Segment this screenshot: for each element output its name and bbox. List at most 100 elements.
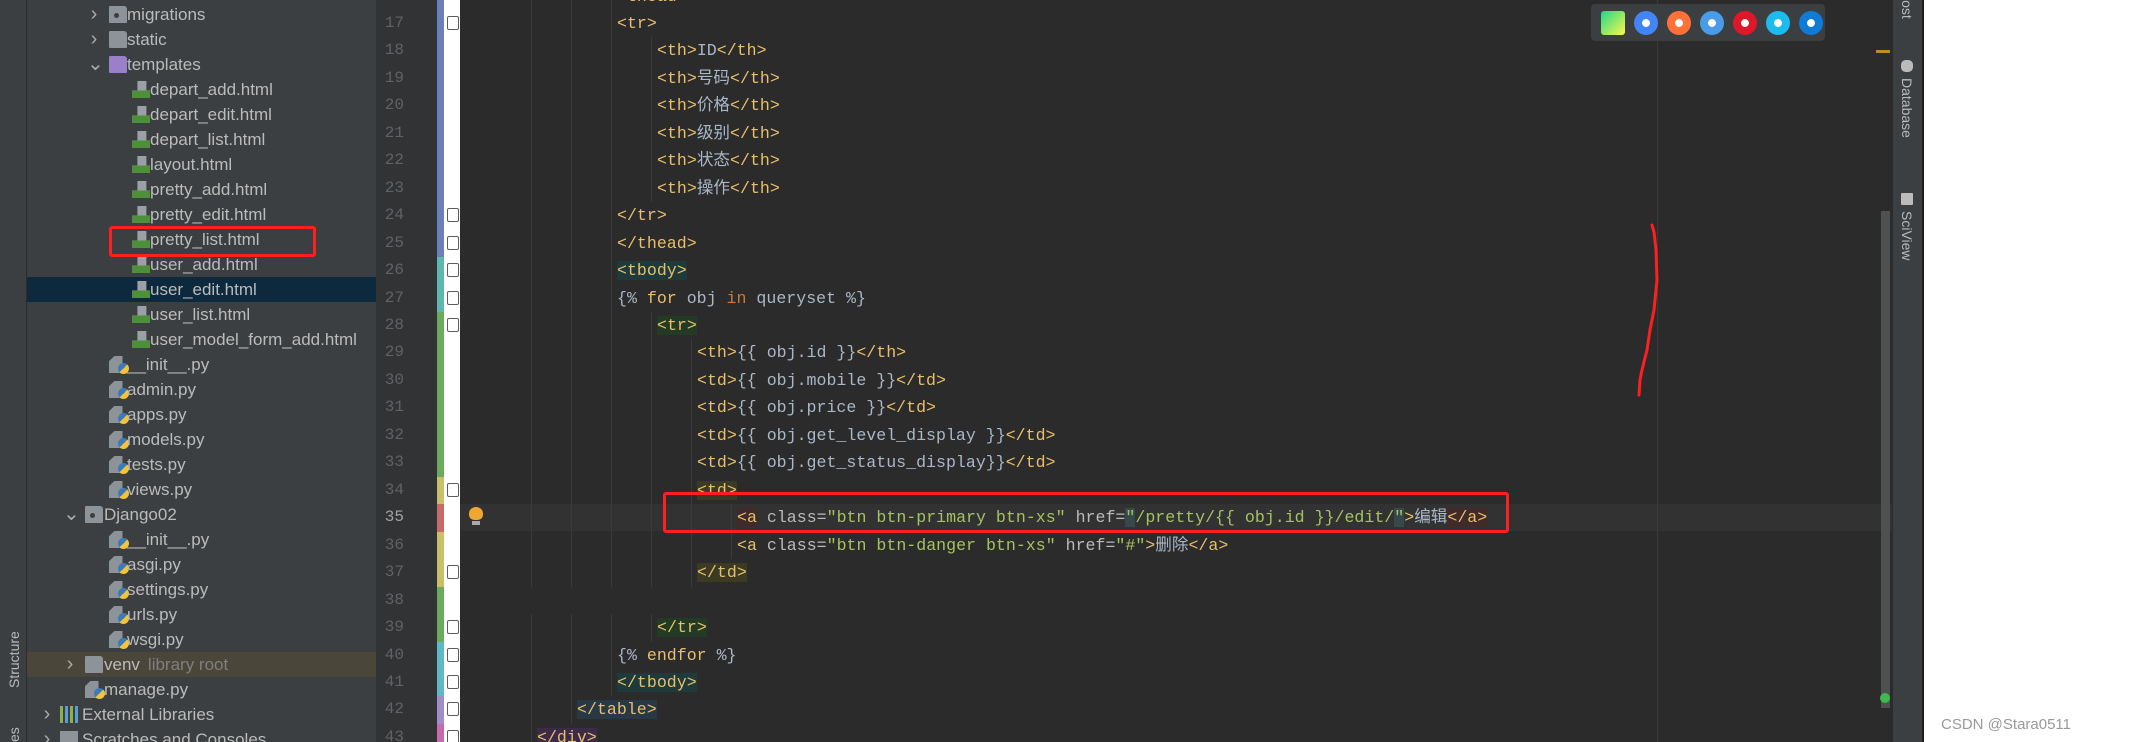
tree-item[interactable]: user_list.html — [27, 302, 376, 327]
tree-item[interactable]: views.py — [27, 477, 376, 502]
change-marker[interactable] — [437, 202, 444, 230]
tree-item[interactable]: layout.html — [27, 152, 376, 177]
tree-item[interactable]: depart_list.html — [27, 127, 376, 152]
fold-toggle-icon[interactable] — [447, 482, 459, 497]
change-marker[interactable] — [437, 669, 444, 697]
code-line[interactable]: <td>{{ obj.get_level_display }}</td> — [697, 422, 1056, 449]
tree-item[interactable]: admin.py — [27, 377, 376, 402]
code-line[interactable]: </tbody> — [617, 669, 697, 696]
fold-toggle-icon[interactable] — [447, 235, 459, 250]
tool-tab-host[interactable]: Host — [1899, 0, 1915, 19]
tree-item[interactable]: pretty_add.html — [27, 177, 376, 202]
change-marker[interactable] — [437, 147, 444, 175]
tree-item[interactable]: wsgi.py — [27, 627, 376, 652]
tree-item[interactable]: __init__.py — [27, 527, 376, 552]
change-marker[interactable] — [437, 284, 444, 312]
change-marker[interactable] — [437, 0, 444, 10]
tree-item[interactable]: user_edit.html — [27, 277, 376, 302]
code-line[interactable]: <td>{{ obj.get_status_display}}</td> — [697, 449, 1056, 476]
code-line[interactable]: <td>{{ obj.price }}</td> — [697, 394, 936, 421]
chevron-right-icon[interactable]: › — [40, 702, 54, 727]
code-line[interactable]: <th>ID</th> — [657, 37, 767, 64]
tree-item[interactable]: user_model_form_add.html — [27, 327, 376, 352]
tree-item[interactable]: › static — [27, 27, 376, 52]
change-marker[interactable] — [437, 531, 444, 560]
change-marker[interactable] — [437, 394, 444, 422]
fold-toggle-icon[interactable] — [447, 290, 459, 305]
code-line[interactable]: {% endfor %} — [617, 642, 737, 669]
tree-item[interactable]: › Scratches and Consoles — [27, 727, 376, 742]
tree-item[interactable]: tests.py — [27, 452, 376, 477]
chevron-right-icon[interactable]: › — [87, 2, 101, 27]
change-marker[interactable] — [437, 37, 444, 65]
change-marker[interactable] — [437, 229, 444, 258]
code-line[interactable]: </table> — [577, 696, 657, 723]
chrome-icon[interactable] — [1634, 10, 1658, 35]
tree-item[interactable]: models.py — [27, 427, 376, 452]
code-line[interactable]: <th>{{ obj.id }}</th> — [697, 339, 906, 366]
change-marker[interactable] — [437, 723, 444, 742]
change-marker[interactable] — [437, 421, 444, 450]
change-marker[interactable] — [437, 174, 444, 203]
change-marker[interactable] — [437, 92, 444, 120]
change-marker[interactable] — [437, 559, 444, 587]
code-line[interactable]: </tr> — [617, 202, 667, 229]
code-line[interactable]: <tr> — [617, 10, 657, 37]
fold-toggle-icon[interactable] — [447, 15, 459, 30]
chevron-right-icon[interactable]: › — [87, 27, 101, 52]
code-line[interactable]: <th>状态</th> — [657, 147, 780, 174]
tree-item[interactable]: › migrations — [27, 2, 376, 27]
change-marker[interactable] — [437, 614, 444, 642]
intention-bulb-icon[interactable] — [469, 507, 483, 525]
code-line[interactable]: <th>操作</th> — [657, 175, 780, 202]
tree-item[interactable]: ⌄ templates — [27, 52, 376, 77]
change-marker[interactable] — [437, 64, 444, 93]
tree-item[interactable]: urls.py — [27, 602, 376, 627]
fold-toggle-icon[interactable] — [447, 318, 459, 333]
tool-tab-sciview[interactable]: SciView — [1899, 211, 1915, 261]
code-line[interactable]: <tbody> — [617, 257, 687, 284]
change-marker[interactable] — [437, 366, 444, 395]
tree-item[interactable]: manage.py — [27, 677, 376, 702]
pycharm-icon[interactable] — [1601, 10, 1625, 35]
tree-item[interactable]: asgi.py — [27, 552, 376, 577]
code-line[interactable]: <thead> — [617, 0, 687, 10]
code-line[interactable]: </div> — [537, 724, 597, 742]
tree-item[interactable]: depart_edit.html — [27, 102, 376, 127]
tree-item[interactable]: ⌄ Django02 — [27, 502, 376, 527]
code-line[interactable]: <a class="btn btn-danger btn-xs" href="#… — [737, 532, 1228, 559]
chevron-down-icon[interactable]: ⌄ — [87, 52, 104, 77]
safari-icon[interactable] — [1700, 10, 1724, 35]
tree-item[interactable]: depart_add.html — [27, 77, 376, 102]
change-marker[interactable] — [437, 504, 444, 532]
tree-item[interactable]: __init__.py — [27, 352, 376, 377]
edge-icon[interactable] — [1799, 10, 1823, 35]
fold-toggle-icon[interactable] — [447, 263, 459, 278]
internet-explorer-icon[interactable] — [1766, 10, 1790, 35]
chevron-down-icon[interactable]: ⌄ — [63, 502, 80, 527]
tree-item[interactable]: pretty_edit.html — [27, 202, 376, 227]
fold-toggle-icon[interactable] — [447, 702, 459, 717]
fold-toggle-icon[interactable] — [447, 729, 459, 742]
change-marker[interactable] — [437, 641, 444, 669]
code-line[interactable]: </td> — [697, 559, 747, 586]
change-marker[interactable] — [437, 339, 444, 367]
chevron-right-icon[interactable]: › — [40, 727, 54, 742]
code-line[interactable]: <th>级别</th> — [657, 120, 780, 147]
code-line[interactable]: <tr> — [657, 312, 697, 339]
code-line[interactable]: {% for obj in queryset %} — [617, 285, 866, 312]
tree-item[interactable]: › External Libraries — [27, 702, 376, 727]
tree-item[interactable]: settings.py — [27, 577, 376, 602]
change-marker[interactable] — [437, 119, 444, 148]
tree-item[interactable]: › venv library root — [27, 652, 376, 677]
fold-toggle-icon[interactable] — [447, 565, 459, 580]
change-marker[interactable] — [437, 696, 444, 724]
change-marker[interactable] — [437, 449, 444, 477]
change-marker[interactable] — [437, 9, 444, 38]
code-line[interactable]: <th>号码</th> — [657, 65, 780, 92]
code-line[interactable]: <th>价格</th> — [657, 92, 780, 119]
bottom-tab-partial[interactable]: es — [6, 727, 22, 742]
change-marker[interactable] — [437, 257, 444, 285]
fold-toggle-icon[interactable] — [447, 620, 459, 635]
change-marker[interactable] — [437, 312, 444, 340]
